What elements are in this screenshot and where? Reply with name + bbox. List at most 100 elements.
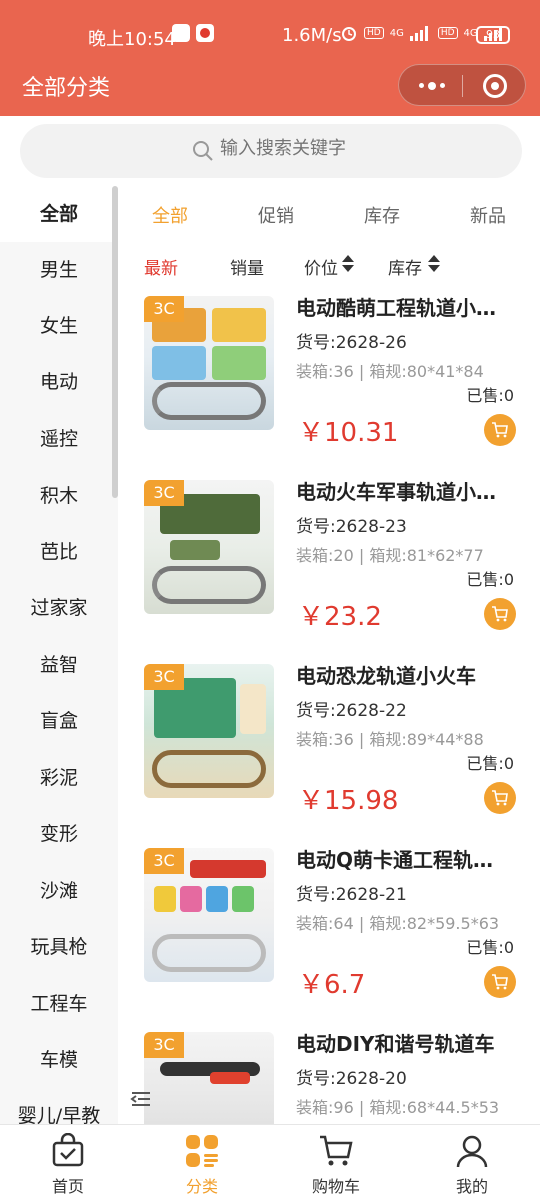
sidebar-item-blocks[interactable]: 积木 bbox=[0, 468, 118, 524]
qq-notification-icon bbox=[172, 24, 190, 42]
tab-cart[interactable]: 购物车 bbox=[286, 1125, 386, 1200]
product-spec: 装箱:96 | 箱规:68*44.5*53 bbox=[296, 1098, 500, 1117]
product-spec: 装箱:64 | 箱规:82*59.5*63 bbox=[296, 914, 500, 933]
product-tag: 3C bbox=[144, 664, 184, 690]
product-sold: 已售:0 bbox=[466, 938, 514, 957]
category-icon bbox=[186, 1135, 218, 1167]
cart-icon bbox=[492, 974, 508, 990]
product-code: 货号:2628-26 bbox=[296, 333, 407, 353]
list-toggle-icon[interactable] bbox=[128, 1086, 154, 1112]
search-area bbox=[0, 116, 540, 186]
sort-stock[interactable]: 库存 bbox=[388, 254, 422, 279]
product-tag: 3C bbox=[144, 1032, 184, 1058]
sidebar-item-remote[interactable]: 遥控 bbox=[0, 411, 118, 467]
add-to-cart-button[interactable] bbox=[484, 598, 516, 630]
search-input[interactable] bbox=[220, 138, 440, 159]
product-card[interactable]: 3C 电动DIY和谐号轨道车 货号:2628-20 装箱:96 | 箱规:68*… bbox=[118, 1026, 540, 1124]
home-bag-icon bbox=[52, 1133, 84, 1167]
product-image[interactable]: 3C bbox=[144, 664, 274, 798]
product-name[interactable]: 电动酷萌工程轨道小火车 bbox=[296, 292, 510, 321]
battery-indicator: 93 bbox=[476, 26, 510, 44]
product-price: ￥23.2 bbox=[298, 602, 382, 632]
app-notification-icon bbox=[196, 24, 214, 42]
page-title: 全部分类 bbox=[22, 76, 111, 101]
more-icon[interactable] bbox=[419, 81, 445, 90]
network-4g-label: 4G bbox=[389, 27, 404, 39]
tab-category-label: 分类 bbox=[185, 1177, 218, 1196]
product-spec: 装箱:36 | 箱规:89*44*88 bbox=[296, 730, 484, 749]
tab-stock[interactable]: 库存 bbox=[364, 202, 400, 228]
network-speed: 1.6M/s bbox=[282, 25, 342, 46]
sidebar-item-girls[interactable]: 女生 bbox=[0, 298, 118, 354]
product-name[interactable]: 电动火车军事轨道小火车 bbox=[296, 476, 510, 505]
product-sold: 已售:0 bbox=[466, 754, 514, 773]
signal-icon bbox=[409, 25, 432, 41]
search-box[interactable] bbox=[20, 124, 522, 178]
search-icon bbox=[193, 141, 213, 161]
product-image[interactable]: 3C bbox=[144, 848, 274, 982]
sidebar-item-electric[interactable]: 电动 bbox=[0, 354, 118, 410]
close-miniprogram-icon[interactable] bbox=[483, 74, 507, 98]
sort-price[interactable]: 价位 bbox=[304, 254, 338, 279]
product-panel: 全部 促销 库存 新品 最新 销量 价位 库存 3C 电动酷萌工程轨道小火车 货… bbox=[118, 186, 540, 1124]
sidebar-item-blindbox[interactable]: 盲盒 bbox=[0, 693, 118, 749]
tab-home[interactable]: 首页 bbox=[18, 1125, 118, 1200]
sidebar-item-playhouse[interactable]: 过家家 bbox=[0, 580, 118, 636]
product-card[interactable]: 3C 电动Q萌卡通工程轨道车 货号:2628-21 装箱:64 | 箱规:82*… bbox=[118, 842, 540, 1026]
product-spec: 装箱:20 | 箱规:81*62*77 bbox=[296, 546, 484, 565]
product-code: 货号:2628-23 bbox=[296, 517, 407, 537]
sidebar-item-puzzle[interactable]: 益智 bbox=[0, 637, 118, 693]
sort-price-toggle-icon bbox=[342, 255, 354, 273]
status-time: 晚上10:54 bbox=[88, 29, 176, 50]
sidebar-item-barbie[interactable]: 芭比 bbox=[0, 524, 118, 580]
product-name[interactable]: 电动Q萌卡通工程轨道车 bbox=[296, 844, 510, 873]
tab-category[interactable]: 分类 bbox=[152, 1125, 252, 1200]
product-card[interactable]: 3C 电动火车军事轨道小火车 货号:2628-23 装箱:20 | 箱规:81*… bbox=[118, 474, 540, 658]
sidebar-item-construction[interactable]: 工程车 bbox=[0, 976, 118, 1032]
sidebar-item-all[interactable]: 全部 bbox=[0, 186, 118, 242]
tab-profile[interactable]: 我的 bbox=[422, 1125, 522, 1200]
sidebar-item-beach[interactable]: 沙滩 bbox=[0, 863, 118, 919]
hd-badge-2: HD bbox=[437, 27, 458, 39]
sidebar-item-baby[interactable]: 婴儿/早教 bbox=[0, 1088, 118, 1124]
cart-icon bbox=[492, 422, 508, 438]
product-sold: 已售:0 bbox=[466, 570, 514, 589]
tab-promotion[interactable]: 促销 bbox=[258, 202, 294, 228]
miniprogram-capsule bbox=[398, 64, 526, 106]
product-card[interactable]: 3C 电动恐龙轨道小火车 货号:2628-22 装箱:36 | 箱规:89*44… bbox=[118, 658, 540, 842]
product-image[interactable]: 3C bbox=[144, 296, 274, 430]
product-name[interactable]: 电动恐龙轨道小火车 bbox=[296, 660, 510, 689]
profile-icon bbox=[456, 1135, 488, 1168]
category-sidebar: 全部 男生 女生 电动 遥控 积木 芭比 过家家 益智 盲盒 彩泥 变形 沙滩 … bbox=[0, 186, 118, 1124]
tab-profile-label: 我的 bbox=[455, 1177, 488, 1196]
sidebar-item-carmodel[interactable]: 车模 bbox=[0, 1032, 118, 1088]
tab-all[interactable]: 全部 bbox=[152, 202, 188, 228]
product-tag: 3C bbox=[144, 848, 184, 874]
product-code: 货号:2628-20 bbox=[296, 1069, 407, 1089]
product-name[interactable]: 电动DIY和谐号轨道车 bbox=[296, 1028, 510, 1057]
product-code: 货号:2628-21 bbox=[296, 885, 407, 905]
sidebar-item-toygun[interactable]: 玩具枪 bbox=[0, 919, 118, 975]
product-tag: 3C bbox=[144, 480, 184, 506]
tab-new[interactable]: 新品 bbox=[470, 202, 506, 228]
add-to-cart-button[interactable] bbox=[484, 782, 516, 814]
product-price: ￥10.31 bbox=[298, 418, 399, 448]
sort-latest[interactable]: 最新 bbox=[144, 254, 178, 279]
sort-stock-toggle-icon bbox=[428, 255, 440, 273]
product-tag: 3C bbox=[144, 296, 184, 322]
product-code: 货号:2628-22 bbox=[296, 701, 407, 721]
sidebar-item-clay[interactable]: 彩泥 bbox=[0, 750, 118, 806]
hd-badge: HD bbox=[364, 27, 384, 39]
product-image[interactable]: 3C bbox=[144, 1032, 274, 1124]
sidebar-item-boys[interactable]: 男生 bbox=[0, 242, 118, 298]
add-to-cart-button[interactable] bbox=[484, 414, 516, 446]
status-bar: 晚上10:54 1.6M/s HD 4G HD 4G 93 bbox=[0, 0, 540, 60]
product-card[interactable]: 3C 电动酷萌工程轨道小火车 货号:2628-26 装箱:36 | 箱规:80*… bbox=[118, 290, 540, 474]
product-sold: 已售:0 bbox=[466, 386, 514, 405]
product-image[interactable]: 3C bbox=[144, 480, 274, 614]
sort-sales[interactable]: 销量 bbox=[230, 254, 264, 279]
add-to-cart-button[interactable] bbox=[484, 966, 516, 998]
sidebar-item-transform[interactable]: 变形 bbox=[0, 806, 118, 862]
product-spec: 装箱:36 | 箱规:80*41*84 bbox=[296, 362, 484, 381]
cart-icon bbox=[492, 606, 508, 622]
